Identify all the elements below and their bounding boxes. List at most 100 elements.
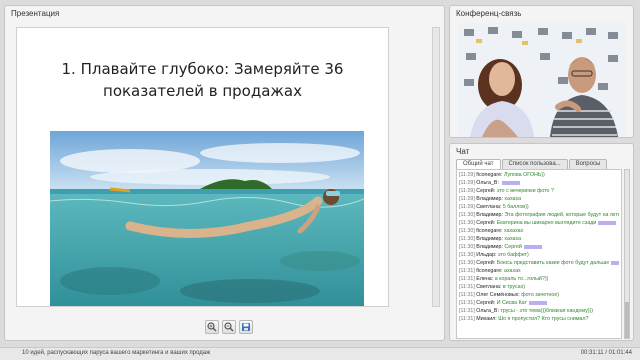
message-author: Владимир: [476,196,503,202]
video-feed [458,23,625,137]
presentation-panel: Презентация 1. Плавайте глубоко: Замеряй… [4,5,445,341]
playback-time: 00:31:11 / 01:01:44 [580,350,632,356]
chat-message: [11:31] Олег Семёновых: фото зачетное) [459,291,619,299]
zoom-in-button[interactable] [205,320,219,334]
message-text: это баффет) [497,252,529,258]
message-author: Елена: [476,276,494,282]
message-text: ахахах [504,268,521,274]
emoticon-icon [523,244,542,249]
message-time: [11:30] [459,260,475,266]
message-author: Михаил: [476,316,497,322]
message-time: [11:30] [459,212,475,218]
message-time: [11:31] [459,300,475,306]
message-text: в трусах) [502,284,526,290]
message-time: [11:31] [459,284,475,290]
message-author: Олег Семёновых: [476,292,520,298]
message-text: Лупова ОГОНЬ)) [504,172,545,178]
save-button[interactable] [239,320,253,334]
message-author: Ольга_В: [476,180,499,186]
message-text: Сергей [504,244,522,250]
presentation-scrollbar[interactable] [432,27,440,307]
chat-message: [11:31] Михаил: Шо я пропустил? Кто трус… [459,315,619,323]
message-author: Ольга_В: [476,308,499,314]
message-time: [11:31] [459,308,475,314]
status-bar: 10 идей, распускающих паруса вашего марк… [0,347,640,360]
message-author: ficonegare: [476,268,503,274]
chat-panel-title: Чат [456,147,470,156]
presentation-slide: 1. Плавайте глубоко: Замеряйте 36 показа… [16,27,389,307]
chat-message: [11:29] Владимир: хахаха [459,195,619,203]
presentation-panel-title: Презентация [11,9,60,18]
message-time: [11:30] [459,244,475,250]
chat-message: [11:31] Светлана: в трусах) [459,283,619,291]
message-text: И Сисва Кат [496,300,527,306]
message-time: [11:30] [459,236,475,242]
chat-scrollbar-thumb[interactable] [625,302,629,338]
emoticon-icon [598,220,617,225]
message-text: а кораль то...голый?)) [494,276,549,282]
message-text: трусы - это тема)))близкая кандому))) [500,308,594,314]
emoticon-icon [528,300,547,305]
message-author: ficonegare: [476,172,503,178]
message-author: Светлана: [476,284,502,290]
message-text: Екатерина вы шикарно выглядите сзади [496,220,597,226]
message-text: фото зачетное) [521,292,560,298]
message-author: Сергей: [476,188,496,194]
message-text: хахаха [504,196,522,202]
chat-message: [11:31] Елена: а кораль то...голый?)) [459,275,619,283]
snorkeling-photo [50,131,364,306]
message-text: хахаха [504,236,522,242]
chat-message: [11:30] Владимир: хахаха [459,235,619,243]
message-text: 5 баллов)) [502,204,529,210]
message-author: Владимир: [476,212,503,218]
tab-questions[interactable]: Вопросы [568,159,608,169]
chat-message: [11:31] Ольга_В: трусы - это тема)))близ… [459,307,619,315]
message-text: Шо я пропустил? Кто трусы снимал? [498,316,589,322]
message-time: [11:31] [459,292,475,298]
message-author: Ильдар: [476,252,497,258]
message-time: [11:29] [459,180,475,186]
chat-message: [11:30] Сергей: Боюсь представить какие … [459,259,619,267]
message-time: [11:31] [459,316,475,322]
message-author: Светлана: [476,204,502,210]
message-text: Эта фотография людей, которые будут на я… [504,212,619,218]
emoticon-icon [502,180,521,185]
save-icon [242,323,250,331]
message-text: это с вечеринки фото ? [496,188,554,194]
conference-panel: Конференц-связь [449,5,634,138]
webinar-title: 10 идей, распускающих паруса вашего марк… [22,350,211,356]
message-author: Сергей: [476,260,496,266]
zoom-out-button[interactable] [222,320,236,334]
chat-message: [11:30] ficonegare: хахахах [459,227,619,235]
emoticon-icon [611,260,619,265]
chat-message: [11:30] Владимир: Сергей [459,243,619,251]
chat-message: [11:31] Сергей: И Сисва Кат [459,299,619,307]
message-time: [11:31] [459,276,475,282]
message-time: [11:29] [459,196,475,202]
chat-message: [11:29] Сергей: это с вечеринки фото ? [459,187,619,195]
tab-user-list[interactable]: Список пользова... [501,159,568,169]
message-author: ficonegare: [476,228,503,234]
chat-message: [11:29] ficonegare: Лупова ОГОНЬ)) [459,171,619,179]
zoom-out-icon [224,322,234,332]
chat-message: [11:30] Владимир: Эта фотография людей, … [459,211,619,219]
chat-panel: Чат Общий чат Список пользова... Вопросы… [449,143,634,341]
chat-message: [11:31] ficonegare: ахахах [459,267,619,275]
message-time: [11:29] [459,172,475,178]
message-text: Боюсь представить какие фото будут дальш… [496,260,610,266]
message-author: Владимир: [476,236,503,242]
presentation-toolbar [205,320,253,334]
message-time: [11:30] [459,228,475,234]
message-author: Сергей: [476,300,496,306]
message-time: [11:29] [459,188,475,194]
slide-title: 1. Плавайте глубоко: Замеряйте 36 показа… [61,60,344,100]
message-time: [11:31] [459,268,475,274]
chat-scrollbar[interactable] [624,169,630,339]
chat-tabs: Общий чат Список пользова... Вопросы [456,159,608,169]
tab-general-chat[interactable]: Общий чат [456,159,501,169]
chat-message: [11:29] Ольга_В: [459,179,619,187]
conference-panel-title: Конференц-связь [456,9,522,18]
message-time: [11:30] [459,220,475,226]
message-text: хахахах [504,228,524,234]
chat-message-list: [11:29] ficonegare: Лупова ОГОНЬ)) [11:29… [456,169,622,339]
